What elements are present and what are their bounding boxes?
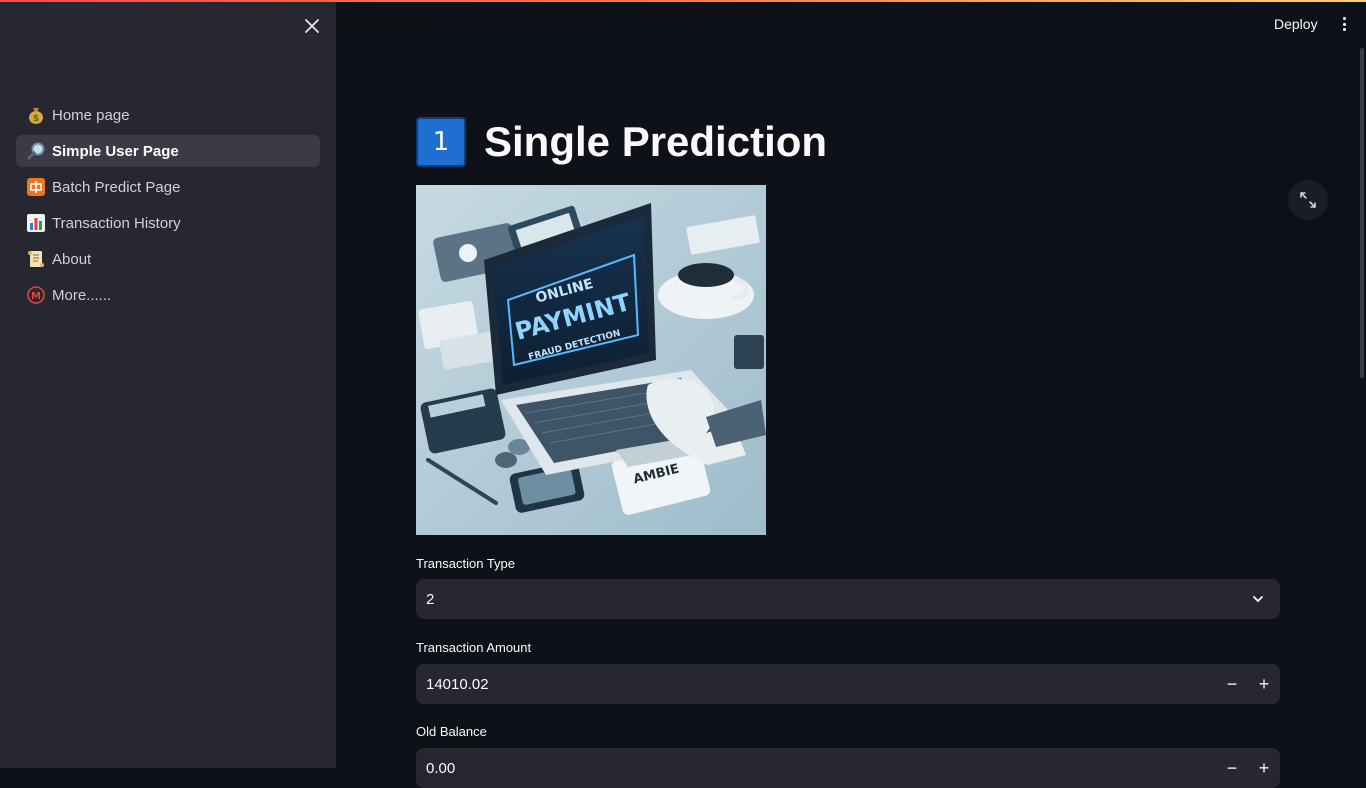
amount-stepper: − + bbox=[1216, 664, 1280, 704]
main-menu-button[interactable] bbox=[1336, 14, 1352, 34]
m-circle-icon: M bbox=[26, 285, 46, 305]
svg-text:M: M bbox=[31, 291, 41, 302]
decrement-button[interactable]: − bbox=[1216, 664, 1248, 704]
sidebar-item-transaction-history[interactable]: Transaction History bbox=[16, 207, 320, 239]
svg-text:$: $ bbox=[33, 114, 39, 124]
expand-icon bbox=[1300, 192, 1316, 208]
old-balance-stepper: − + bbox=[1216, 748, 1280, 788]
bar-chart-icon bbox=[26, 213, 46, 233]
page-title: 1 Single Prediction bbox=[416, 116, 827, 168]
sidebar-item-label: More...... bbox=[52, 286, 112, 304]
magnifier-icon bbox=[26, 141, 46, 161]
sidebar-item-label: Transaction History bbox=[52, 214, 181, 232]
sidebar-item-simple-user[interactable]: Simple User Page bbox=[16, 135, 320, 167]
sidebar-item-label: Batch Predict Page bbox=[52, 178, 181, 196]
sidebar: $ Home page Simple User Page Batch Predi… bbox=[0, 0, 336, 768]
close-icon bbox=[305, 19, 319, 33]
kebab-dot bbox=[1342, 22, 1346, 26]
page-title-text: Single Prediction bbox=[484, 118, 828, 165]
sidebar-item-label: About bbox=[52, 250, 92, 268]
old-balance-input[interactable]: 0.00 − + bbox=[416, 748, 1280, 788]
sidebar-nav: $ Home page Simple User Page Batch Predi… bbox=[16, 99, 320, 315]
batch-icon bbox=[26, 177, 46, 197]
hero-image: AMBIE ONLINE PAYMINT FRAUD DETECTION bbox=[416, 185, 766, 535]
old-balance-label: Old Balance bbox=[416, 724, 487, 739]
fullscreen-button[interactable] bbox=[1288, 180, 1328, 220]
sidebar-item-batch-predict[interactable]: Batch Predict Page bbox=[16, 171, 320, 203]
transaction-amount-label: Transaction Amount bbox=[416, 640, 532, 655]
increment-button[interactable]: + bbox=[1248, 748, 1280, 788]
money-bag-icon: $ bbox=[26, 105, 46, 125]
sidebar-item-label: Simple User Page bbox=[52, 142, 179, 160]
scrollbar[interactable] bbox=[1360, 48, 1364, 378]
decrement-button[interactable]: − bbox=[1216, 748, 1248, 788]
transaction-type-value: 2 bbox=[426, 590, 435, 608]
sidebar-item-about[interactable]: About bbox=[16, 243, 320, 275]
sidebar-item-more[interactable]: M More...... bbox=[16, 279, 320, 311]
close-sidebar-button[interactable] bbox=[300, 14, 324, 38]
transaction-amount-input[interactable]: 14010.02 − + bbox=[416, 664, 1280, 704]
transaction-type-label: Transaction Type bbox=[416, 556, 515, 571]
scroll-icon bbox=[26, 249, 46, 269]
chevron-down-icon bbox=[1253, 596, 1263, 603]
transaction-type-select[interactable]: 2 bbox=[416, 579, 1280, 619]
deploy-button[interactable]: Deploy bbox=[1274, 16, 1318, 32]
main-content: Deploy 1 Single Prediction AMBIE ONLINE … bbox=[336, 0, 1366, 788]
keycap-one-icon: 1 bbox=[416, 117, 466, 167]
sidebar-item-home[interactable]: $ Home page bbox=[16, 99, 320, 131]
old-balance-value: 0.00 bbox=[426, 759, 456, 777]
kebab-dot bbox=[1342, 28, 1346, 31]
top-decoration-bar bbox=[0, 0, 1366, 2]
sidebar-item-label: Home page bbox=[52, 106, 130, 124]
transaction-amount-value: 14010.02 bbox=[426, 675, 489, 693]
kebab-dot bbox=[1342, 17, 1346, 20]
increment-button[interactable]: + bbox=[1248, 664, 1280, 704]
